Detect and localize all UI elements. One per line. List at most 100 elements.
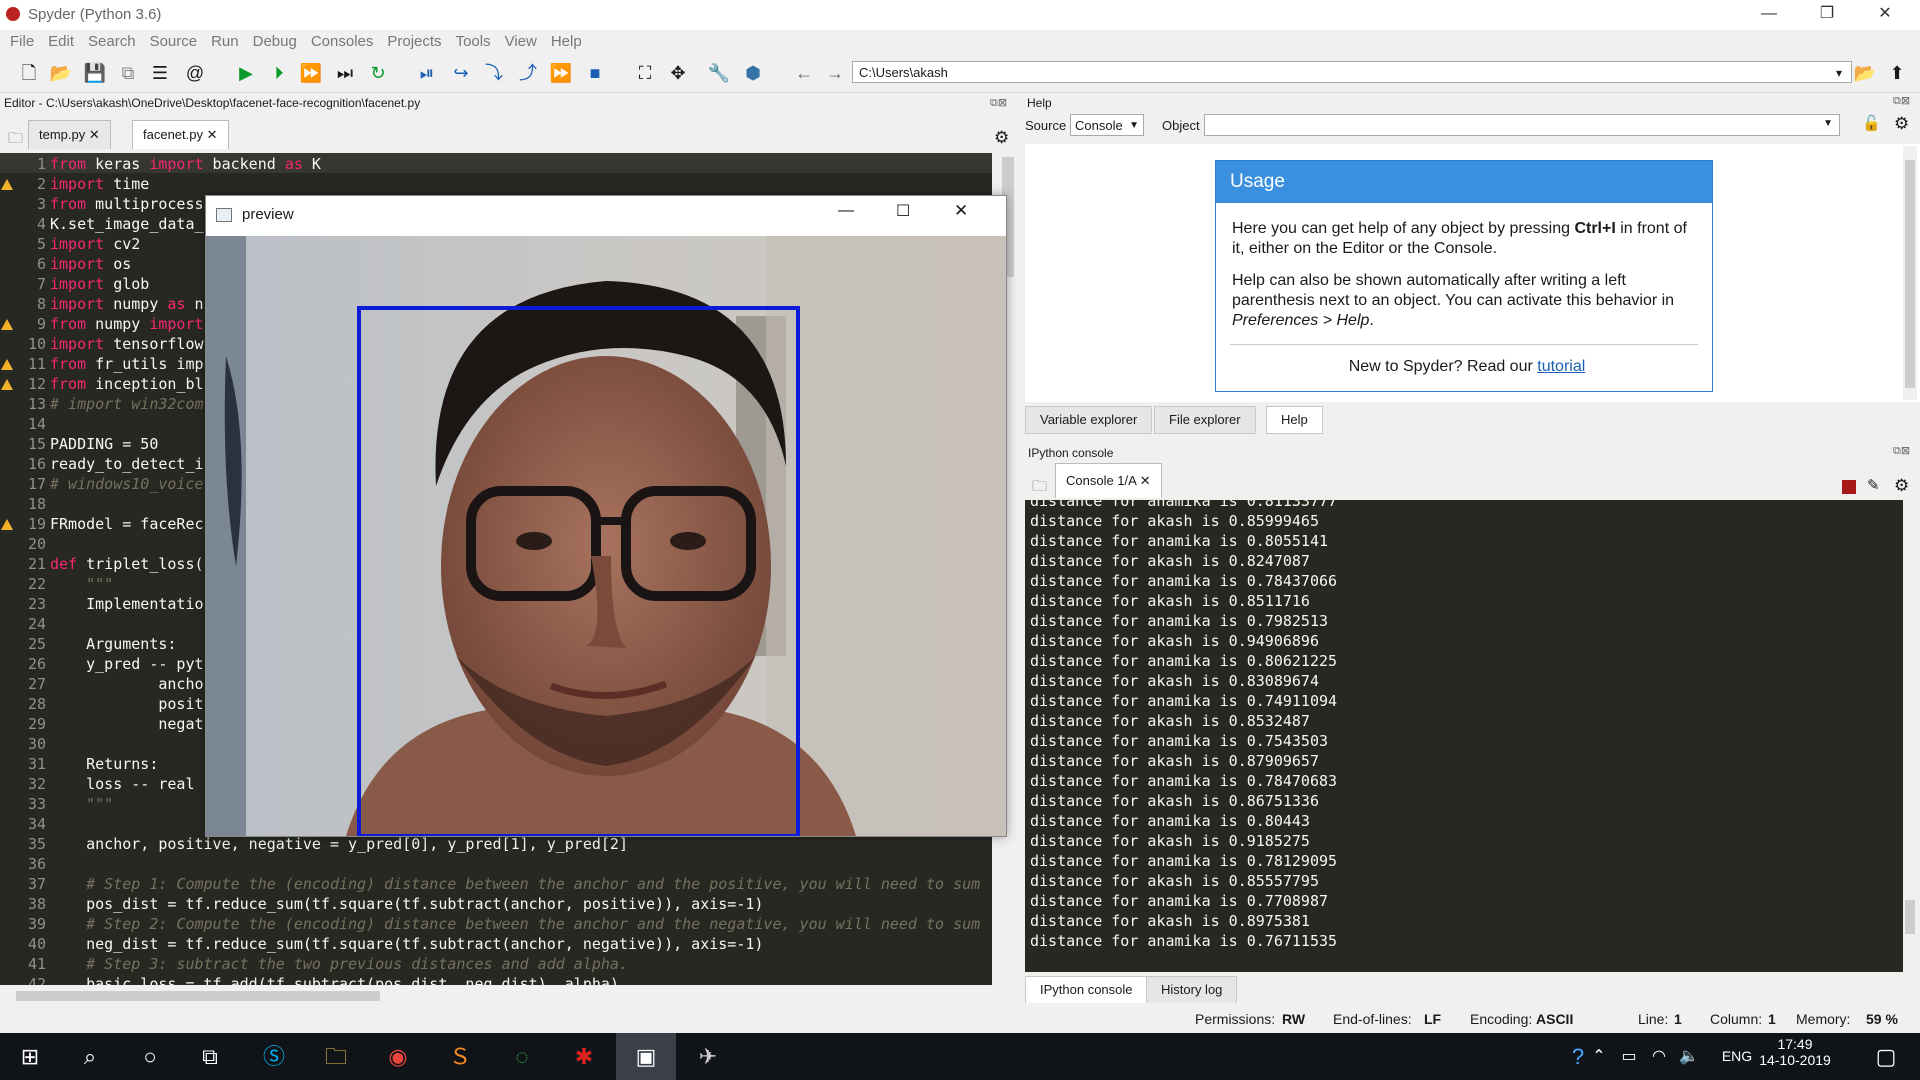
tab-variable-explorer[interactable]: Variable explorer: [1025, 406, 1153, 434]
eraser-icon[interactable]: ✎: [1867, 476, 1880, 494]
undock-icon[interactable]: ⧉⊠: [1893, 94, 1910, 108]
menu-tools[interactable]: Tools: [446, 30, 495, 50]
tab-facenet-py[interactable]: facenet.py ✕: [132, 120, 229, 149]
tab-history-log[interactable]: History log: [1146, 976, 1238, 1004]
python-app-icon[interactable]: ✈: [678, 1033, 738, 1080]
search-icon[interactable]: ⌕: [60, 1033, 120, 1080]
task-view-icon[interactable]: ⧉: [180, 1033, 240, 1080]
warning-icon[interactable]: [1, 319, 13, 330]
rerun-icon[interactable]: ↻: [365, 60, 391, 86]
step-return-icon[interactable]: ⤴: [515, 60, 541, 86]
tab-ipython-console[interactable]: IPython console: [1025, 976, 1148, 1004]
tab-console-1a[interactable]: Console 1/A ✕: [1055, 463, 1162, 498]
windows-start-icon[interactable]: ⊞: [0, 1033, 60, 1080]
tab-temp-py[interactable]: temp.py ✕: [28, 120, 111, 149]
tab-help[interactable]: Help: [1266, 406, 1323, 434]
battery-icon[interactable]: ▭: [1614, 1033, 1644, 1080]
scroll-thumb[interactable]: [1905, 160, 1915, 388]
run-icon[interactable]: ▶: [233, 60, 259, 86]
outline-icon[interactable]: ☰: [147, 60, 173, 86]
menu-view[interactable]: View: [495, 30, 541, 50]
editor-horizontal-scrollbar[interactable]: [0, 988, 1000, 1004]
forward-arrow-icon[interactable]: →: [822, 60, 848, 86]
fullscreen-icon[interactable]: ✥: [665, 60, 691, 86]
continue-icon[interactable]: ⏩: [548, 60, 574, 86]
close-button[interactable]: ✕: [1862, 0, 1908, 30]
volume-icon[interactable]: 🔈: [1674, 1033, 1704, 1080]
parent-dir-icon[interactable]: ⬆: [1884, 60, 1910, 86]
anaconda-icon[interactable]: ◌: [492, 1033, 552, 1080]
restore-button[interactable]: ❐: [1804, 0, 1850, 30]
object-input[interactable]: ▼: [1204, 114, 1840, 136]
file-explorer-icon[interactable]: 🗀: [306, 1033, 366, 1080]
close-tab-icon[interactable]: ✕: [207, 127, 218, 142]
warning-icon[interactable]: [1, 359, 13, 370]
lock-icon[interactable]: 🔓: [1862, 114, 1881, 132]
maximize-button[interactable]: ☐: [896, 201, 910, 221]
run-cell-advance-icon[interactable]: ⏩: [298, 60, 324, 86]
notification-icon[interactable]: ▢: [1856, 1033, 1916, 1080]
browse-folder-icon[interactable]: 📂: [1852, 60, 1878, 86]
debug-icon[interactable]: ⏯: [414, 60, 440, 86]
back-arrow-icon[interactable]: ←: [791, 60, 817, 86]
close-button[interactable]: ✕: [954, 201, 968, 221]
console-output[interactable]: distance for anamika is 0.81133777 distan…: [1025, 500, 1903, 972]
working-directory-input[interactable]: C:\Users\akash: [852, 61, 1852, 83]
spyder-icon[interactable]: ✱: [554, 1033, 614, 1080]
gear-icon[interactable]: ⚙: [1894, 476, 1909, 496]
preview-window[interactable]: preview — ☐ ✕: [205, 195, 1007, 837]
run-selection-icon[interactable]: ⏭: [332, 60, 358, 86]
chevron-down-icon[interactable]: ▾: [1826, 60, 1852, 86]
help-scrollbar[interactable]: [1903, 146, 1917, 400]
maximize-pane-icon[interactable]: ⛶: [632, 60, 658, 86]
open-file-icon[interactable]: 📂: [48, 60, 74, 86]
gear-icon[interactable]: ⚙: [994, 128, 1009, 148]
menu-projects[interactable]: Projects: [377, 30, 445, 50]
wifi-icon[interactable]: ◠: [1644, 1033, 1674, 1080]
warning-icon[interactable]: [1, 519, 13, 530]
chrome-icon[interactable]: ◉: [368, 1033, 428, 1080]
menu-edit[interactable]: Edit: [38, 30, 78, 50]
save-icon[interactable]: 💾: [82, 60, 108, 86]
clock[interactable]: 17:49 14-10-2019: [1750, 1036, 1840, 1068]
cortana-icon[interactable]: ○: [120, 1033, 180, 1080]
menu-run[interactable]: Run: [201, 30, 243, 50]
tutorial-link[interactable]: tutorial: [1537, 358, 1585, 375]
chevron-up-icon[interactable]: ⌃: [1584, 1033, 1614, 1080]
preview-window-icon[interactable]: ▣: [616, 1033, 676, 1080]
step-into-icon[interactable]: ⤵: [481, 60, 507, 86]
scroll-thumb[interactable]: [1905, 900, 1915, 934]
step-icon[interactable]: ↪: [448, 60, 474, 86]
gear-icon[interactable]: ⚙: [1894, 114, 1909, 134]
minimize-button[interactable]: —: [1746, 0, 1792, 30]
minimize-button[interactable]: —: [838, 202, 854, 220]
close-tab-icon[interactable]: ✕: [1140, 473, 1151, 488]
warning-icon[interactable]: [1, 179, 13, 190]
scroll-thumb[interactable]: [16, 991, 380, 1001]
python-path-icon[interactable]: ⬢: [740, 60, 766, 86]
undock-icon[interactable]: ⧉⊠: [1893, 444, 1910, 458]
console-scrollbar[interactable]: [1903, 500, 1917, 972]
menu-consoles[interactable]: Consoles: [301, 30, 378, 50]
save-all-icon[interactable]: ⧉: [115, 60, 141, 86]
close-tab-icon[interactable]: ✕: [89, 127, 100, 142]
sublime-icon[interactable]: Ｓ: [430, 1033, 490, 1080]
warning-icon[interactable]: [1, 379, 13, 390]
menu-source[interactable]: Source: [140, 30, 202, 50]
browse-tabs-icon[interactable]: 🗀: [1032, 476, 1047, 501]
menu-file[interactable]: File: [0, 30, 38, 50]
new-file-icon[interactable]: 🗋: [16, 60, 42, 86]
menu-help[interactable]: Help: [541, 30, 586, 50]
skype-icon[interactable]: Ⓢ: [244, 1033, 304, 1080]
undock-icon[interactable]: ⧉⊠: [990, 96, 1007, 110]
source-select[interactable]: Console ▼: [1070, 114, 1144, 136]
at-icon[interactable]: @: [182, 60, 208, 86]
preferences-icon[interactable]: 🔧: [706, 60, 732, 86]
run-cell-icon[interactable]: ⏵: [266, 60, 292, 86]
browse-tabs-icon[interactable]: 🗀: [8, 128, 23, 153]
menu-debug[interactable]: Debug: [243, 30, 301, 50]
stop-kernel-icon[interactable]: [1842, 480, 1856, 494]
menu-search[interactable]: Search: [78, 30, 140, 50]
tab-file-explorer[interactable]: File explorer: [1154, 406, 1256, 434]
stop-debug-icon[interactable]: ■: [582, 60, 608, 86]
